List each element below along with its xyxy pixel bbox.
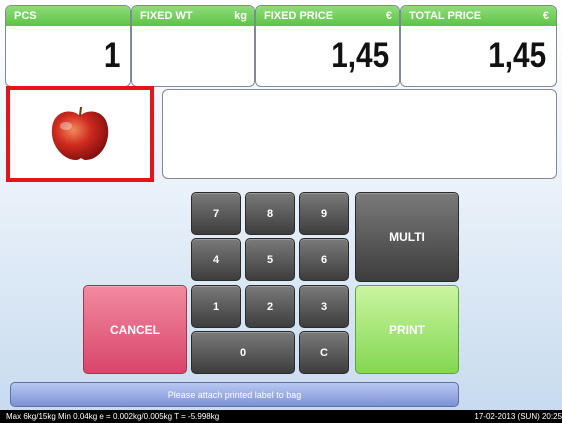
key-5[interactable]: 5 (245, 238, 295, 281)
product-info-box (162, 89, 557, 179)
status-bar: Max 6kg/15kg Min 0.04kg e = 0.002kg/0.00… (0, 410, 562, 423)
total-price-panel: TOTAL PRICE € 1,45 (400, 5, 557, 87)
fixed-price-unit: € (385, 10, 392, 22)
total-price-label: TOTAL PRICE (409, 10, 482, 22)
fixed-price-header: FIXED PRICE € (256, 6, 399, 26)
key-2[interactable]: 2 (245, 285, 295, 328)
message-bar: Please attach printed label to bag (10, 382, 459, 407)
pcs-value: 1 (103, 36, 120, 75)
product-image-tile[interactable] (6, 86, 154, 182)
datetime-text: 17-02-2013 (SUN) 20:25 (474, 412, 562, 421)
fixed-price-value: 1,45 (331, 36, 389, 75)
pcs-label: PCS (14, 10, 37, 22)
total-price-unit: € (542, 10, 549, 22)
fixed-weight-unit: kg (234, 10, 247, 22)
total-price-value: 1,45 (488, 36, 546, 75)
key-1[interactable]: 1 (191, 285, 241, 328)
pcs-header: PCS (6, 6, 130, 26)
key-0[interactable]: 0 (191, 331, 295, 374)
fixed-price-panel: FIXED PRICE € 1,45 (255, 5, 400, 87)
cancel-button[interactable]: CANCEL (83, 285, 187, 374)
fixed-weight-panel: FIXED WT kg (131, 5, 255, 87)
key-7[interactable]: 7 (191, 192, 241, 235)
pcs-panel: PCS 1 (5, 5, 131, 87)
key-3[interactable]: 3 (299, 285, 349, 328)
multi-button[interactable]: MULTI (355, 192, 459, 282)
key-6[interactable]: 6 (299, 238, 349, 281)
key-8[interactable]: 8 (245, 192, 295, 235)
fixed-price-label: FIXED PRICE (264, 10, 334, 22)
fixed-weight-label: FIXED WT (140, 10, 193, 22)
print-button[interactable]: PRINT (355, 285, 459, 374)
scale-spec-text: Max 6kg/15kg Min 0.04kg e = 0.002kg/0.00… (6, 412, 220, 421)
key-4[interactable]: 4 (191, 238, 241, 281)
key-clear[interactable]: C (299, 331, 349, 374)
key-9[interactable]: 9 (299, 192, 349, 235)
total-price-header: TOTAL PRICE € (401, 6, 556, 26)
apple-icon (51, 106, 109, 160)
fixed-weight-header: FIXED WT kg (132, 6, 254, 26)
